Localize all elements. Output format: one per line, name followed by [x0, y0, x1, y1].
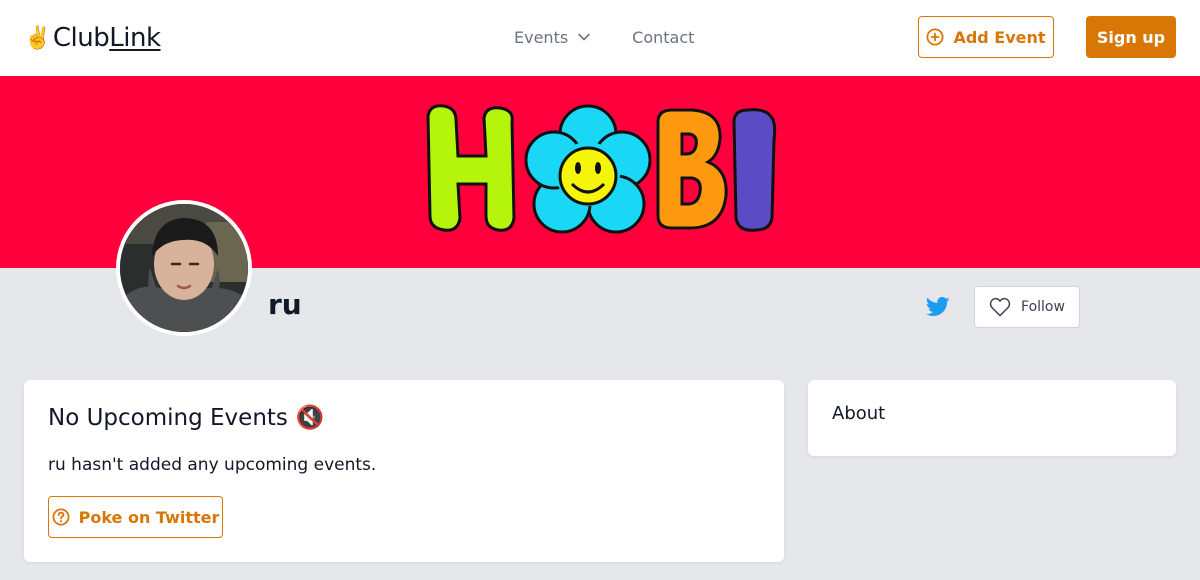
- about-heading: About: [832, 403, 886, 424]
- hobi-banner-logo: [426, 104, 777, 234]
- main-nav: Events Contact: [514, 24, 694, 50]
- avatar-photo: [120, 204, 248, 332]
- profile-avatar: [116, 200, 252, 336]
- logo-text-club: Club: [52, 23, 110, 53]
- follow-button[interactable]: Follow: [974, 286, 1080, 328]
- banner-letter-h: [426, 104, 516, 232]
- heart-icon: [989, 297, 1011, 317]
- follow-label: Follow: [1021, 299, 1065, 315]
- twitter-profile-link[interactable]: [925, 296, 950, 318]
- poke-label: Poke on Twitter: [78, 507, 220, 527]
- profile-name: ru: [268, 288, 302, 321]
- banner-letter-i: [732, 108, 777, 232]
- events-card: No Upcoming Events 🔇 ru hasn't added any…: [24, 380, 784, 562]
- events-heading: No Upcoming Events 🔇: [48, 404, 325, 432]
- twitter-icon: [925, 297, 950, 316]
- banner-flower-smiley: [524, 104, 652, 234]
- muted-speaker-icon: 🔇: [295, 405, 325, 431]
- add-event-button[interactable]: Add Event: [918, 16, 1054, 58]
- events-title-text: No Upcoming Events: [48, 404, 288, 431]
- banner-letter-b: [656, 108, 728, 230]
- victory-hand-icon: ✌️: [24, 25, 51, 51]
- clublink-logo[interactable]: ✌️ Club Link: [24, 20, 161, 56]
- top-navbar: ✌️ Club Link Events Contact Add Event Si…: [0, 0, 1200, 76]
- about-card: About: [808, 380, 1176, 456]
- plus-circle-icon: [926, 28, 944, 46]
- nav-contact-link[interactable]: Contact: [632, 28, 694, 47]
- chevron-down-icon: [578, 33, 590, 41]
- nav-events-dropdown[interactable]: Events: [514, 28, 590, 47]
- nav-contact-label: Contact: [632, 27, 695, 47]
- question-circle-icon: [52, 508, 70, 526]
- logo-text-link: Link: [109, 23, 161, 53]
- nav-events-label: Events: [514, 27, 569, 47]
- sign-up-button[interactable]: Sign up: [1086, 16, 1176, 58]
- add-event-label: Add Event: [953, 27, 1046, 47]
- events-description: ru hasn't added any upcoming events.: [48, 455, 377, 475]
- poke-on-twitter-button[interactable]: Poke on Twitter: [48, 496, 223, 538]
- sign-up-label: Sign up: [1096, 27, 1166, 47]
